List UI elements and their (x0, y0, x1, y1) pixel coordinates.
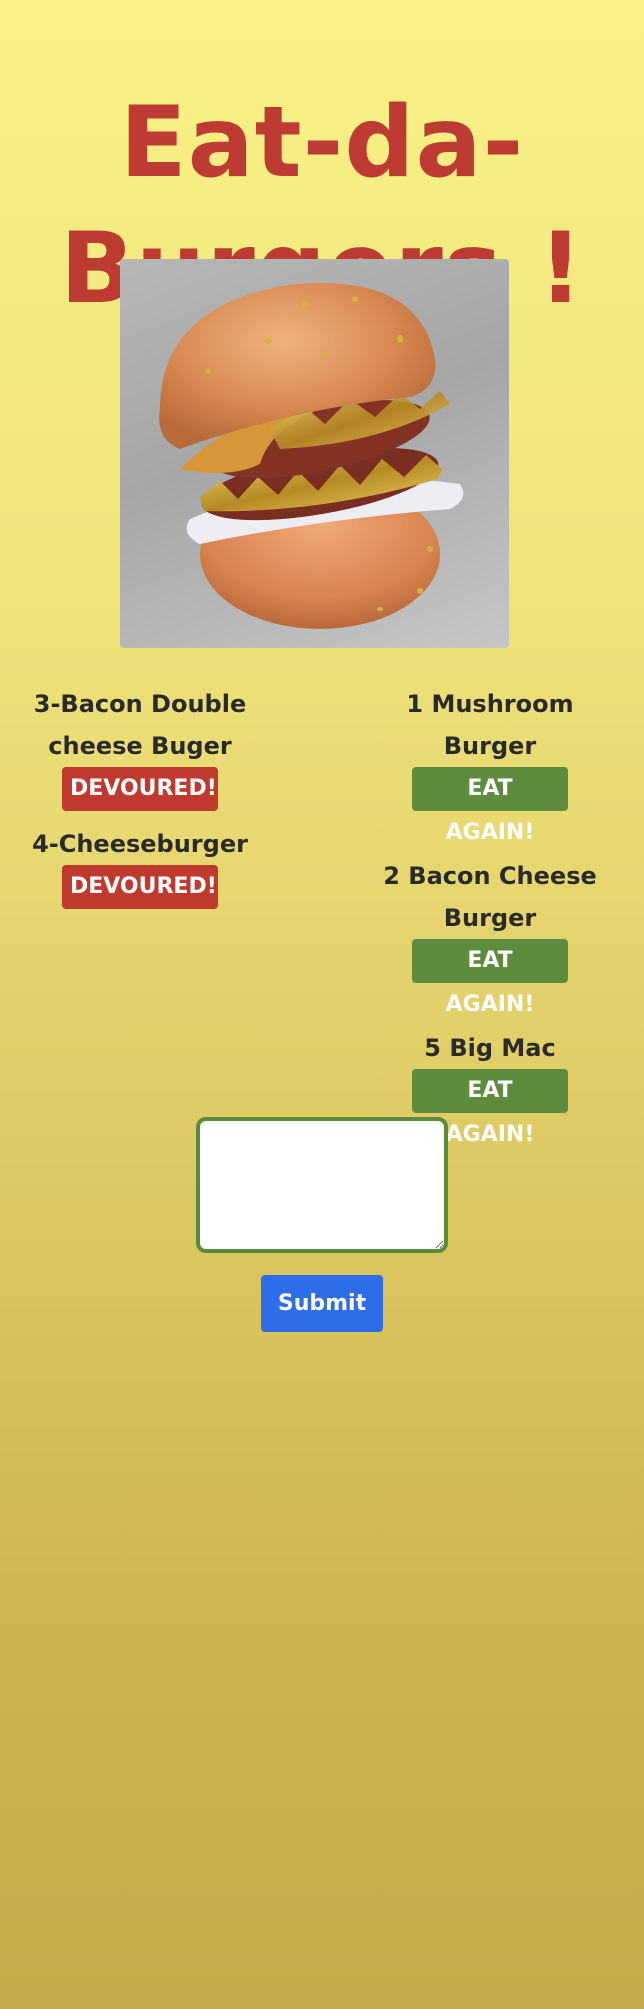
burger-name: 2 Bacon Cheese Burger (383, 862, 597, 932)
eat-again-button[interactable]: EAT AGAIN! (412, 1069, 568, 1147)
eat-again-button[interactable]: EAT AGAIN! (412, 939, 568, 1017)
list-item: 2 Bacon Cheese Burger EAT AGAIN! (350, 855, 630, 1017)
add-burger-form: Submit (0, 1117, 644, 1332)
burger-name: 5 Big Mac (424, 1034, 556, 1062)
burger-name: 1 Mushroom Burger (406, 690, 574, 760)
list-item: 1 Mushroom Burger EAT AGAIN! (350, 683, 630, 845)
to-eat-list: 1 Mushroom Burger EAT AGAIN! 2 Bacon Che… (350, 683, 630, 1157)
burger-image (120, 259, 509, 648)
devoured-list: 3-Bacon Double cheese Buger DEVOURED! 4-… (0, 683, 280, 921)
burger-name-input[interactable] (196, 1117, 448, 1253)
burger-name: 4-Cheeseburger (32, 830, 248, 858)
devoured-button[interactable]: DEVOURED! (62, 767, 218, 811)
list-item: 3-Bacon Double cheese Buger DEVOURED! (0, 683, 280, 811)
submit-button[interactable]: Submit (261, 1275, 383, 1332)
list-item: 4-Cheeseburger DEVOURED! (0, 823, 280, 909)
burger-name: 3-Bacon Double cheese Buger (33, 690, 247, 760)
burger-icon (159, 282, 464, 629)
devoured-button[interactable]: DEVOURED! (62, 865, 218, 909)
eat-again-button[interactable]: EAT AGAIN! (412, 767, 568, 845)
page-title-line-1: Eat-da- (119, 85, 525, 200)
